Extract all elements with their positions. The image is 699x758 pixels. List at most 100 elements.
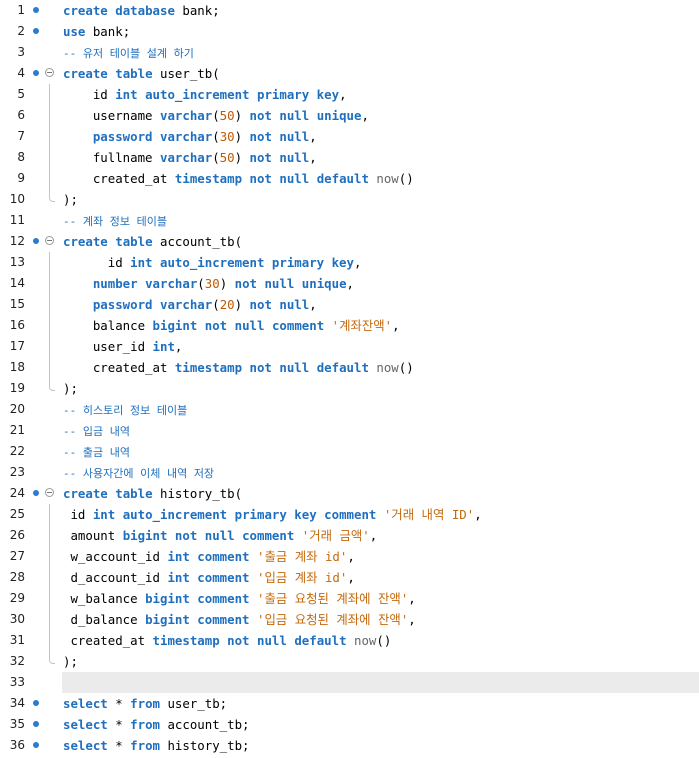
- code-line[interactable]: 20 -- 히스토리 정보 테이블: [0, 399, 699, 420]
- line-gutter[interactable]: 34: [0, 693, 62, 714]
- code-text[interactable]: select * from account_tb;: [63, 717, 250, 732]
- line-gutter[interactable]: 2: [0, 21, 62, 42]
- code-line[interactable]: 11 -- 계좌 정보 테이블: [0, 210, 699, 231]
- statement-marker-icon[interactable]: [33, 28, 39, 34]
- code-text[interactable]: create table user_tb(: [63, 66, 220, 81]
- code-line[interactable]: 25 id int auto_increment primary key com…: [0, 504, 699, 525]
- code-line[interactable]: 15 password varchar(20) not null,: [0, 294, 699, 315]
- line-gutter[interactable]: 5: [0, 84, 62, 105]
- code-line[interactable]: 27 w_account_id int comment '출금 계좌 id',: [0, 546, 699, 567]
- fold-collapse-icon[interactable]: [45, 236, 54, 245]
- line-gutter[interactable]: 19: [0, 378, 62, 399]
- code-text[interactable]: password varchar(20) not null,: [63, 297, 317, 312]
- line-gutter[interactable]: 22: [0, 441, 62, 462]
- line-gutter[interactable]: 1: [0, 0, 62, 21]
- line-gutter[interactable]: 27: [0, 546, 62, 567]
- line-gutter[interactable]: 23: [0, 462, 62, 483]
- code-text[interactable]: id int auto_increment primary key,: [63, 255, 362, 270]
- code-line[interactable]: 32);: [0, 651, 699, 672]
- line-gutter[interactable]: 3: [0, 42, 62, 63]
- statement-marker-icon[interactable]: [33, 7, 39, 13]
- code-text[interactable]: select * from history_tb;: [63, 738, 250, 753]
- statement-marker-icon[interactable]: [33, 742, 39, 748]
- code-text[interactable]: id int auto_increment primary key,: [63, 87, 347, 102]
- code-text[interactable]: password varchar(30) not null,: [63, 129, 317, 144]
- code-text[interactable]: id int auto_increment primary key commen…: [63, 507, 481, 522]
- code-line[interactable]: 35 select * from account_tb;: [0, 714, 699, 735]
- code-line[interactable]: 10);: [0, 189, 699, 210]
- code-line[interactable]: 17 user_id int,: [0, 336, 699, 357]
- line-gutter[interactable]: 10: [0, 189, 62, 210]
- code-line[interactable]: 33: [0, 672, 699, 693]
- line-gutter[interactable]: 18: [0, 357, 62, 378]
- code-text[interactable]: create table account_tb(: [63, 234, 242, 249]
- code-line[interactable]: 5 id int auto_increment primary key,: [0, 84, 699, 105]
- code-text[interactable]: );: [63, 192, 78, 207]
- line-gutter[interactable]: 36: [0, 735, 62, 756]
- code-text[interactable]: w_balance bigint comment '출금 요청된 계좌에 잔액'…: [63, 591, 415, 606]
- line-gutter[interactable]: 20: [0, 399, 62, 420]
- code-line[interactable]: 9 created_at timestamp not null default …: [0, 168, 699, 189]
- line-gutter[interactable]: 31: [0, 630, 62, 651]
- code-text[interactable]: d_balance bigint comment '입금 요청된 계좌에 잔액'…: [63, 612, 415, 627]
- code-text[interactable]: use bank;: [63, 24, 130, 39]
- code-text[interactable]: );: [63, 654, 78, 669]
- code-line[interactable]: 12 create table account_tb(: [0, 231, 699, 252]
- line-gutter[interactable]: 6: [0, 105, 62, 126]
- code-text[interactable]: amount bigint not null comment '거래 금액',: [63, 528, 377, 543]
- line-gutter[interactable]: 30: [0, 609, 62, 630]
- statement-marker-icon[interactable]: [33, 238, 39, 244]
- code-line[interactable]: 24 create table history_tb(: [0, 483, 699, 504]
- code-text[interactable]: username varchar(50) not null unique,: [63, 108, 369, 123]
- line-gutter[interactable]: 33: [0, 672, 62, 693]
- line-gutter[interactable]: 4: [0, 63, 62, 84]
- line-gutter[interactable]: 35: [0, 714, 62, 735]
- code-text[interactable]: w_account_id int comment '출금 계좌 id',: [63, 549, 354, 564]
- code-line[interactable]: 7 password varchar(30) not null,: [0, 126, 699, 147]
- line-gutter[interactable]: 9: [0, 168, 62, 189]
- code-line[interactable]: 6 username varchar(50) not null unique,: [0, 105, 699, 126]
- line-gutter[interactable]: 8: [0, 147, 62, 168]
- code-text[interactable]: -- 히스토리 정보 테이블: [63, 402, 187, 418]
- code-line[interactable]: 13 id int auto_increment primary key,: [0, 252, 699, 273]
- code-text[interactable]: -- 유저 테이블 설계 하기: [63, 45, 194, 61]
- line-gutter[interactable]: 16: [0, 315, 62, 336]
- line-gutter[interactable]: 12: [0, 231, 62, 252]
- code-text[interactable]: create database bank;: [63, 3, 220, 18]
- line-gutter[interactable]: 17: [0, 336, 62, 357]
- code-text[interactable]: created_at timestamp not null default no…: [63, 171, 414, 186]
- code-line[interactable]: 16 balance bigint not null comment '계좌잔액…: [0, 315, 699, 336]
- line-gutter[interactable]: 24: [0, 483, 62, 504]
- code-line[interactable]: 36 select * from history_tb;: [0, 735, 699, 756]
- code-line[interactable]: 23 -- 사용자간에 이체 내역 저장: [0, 462, 699, 483]
- line-gutter[interactable]: 32: [0, 651, 62, 672]
- code-line[interactable]: 31 created_at timestamp not null default…: [0, 630, 699, 651]
- code-text[interactable]: balance bigint not null comment '계좌잔액',: [63, 318, 400, 333]
- code-text[interactable]: -- 사용자간에 이체 내역 저장: [63, 465, 214, 481]
- code-line[interactable]: 21 -- 입금 내역: [0, 420, 699, 441]
- code-text[interactable]: -- 출금 내역: [63, 444, 130, 460]
- code-line[interactable]: 4 create table user_tb(: [0, 63, 699, 84]
- statement-marker-icon[interactable]: [33, 721, 39, 727]
- line-gutter[interactable]: 28: [0, 567, 62, 588]
- code-line[interactable]: 3 -- 유저 테이블 설계 하기: [0, 42, 699, 63]
- code-text[interactable]: select * from user_tb;: [63, 696, 227, 711]
- line-gutter[interactable]: 21: [0, 420, 62, 441]
- line-gutter[interactable]: 11: [0, 210, 62, 231]
- sql-editor[interactable]: 1 create database bank; 2 use bank; 3 -- 유저 테…: [0, 0, 699, 758]
- line-gutter[interactable]: 15: [0, 294, 62, 315]
- code-text[interactable]: -- 계좌 정보 테이블: [63, 213, 167, 229]
- code-text[interactable]: create table history_tb(: [63, 486, 242, 501]
- code-text[interactable]: user_id int,: [63, 339, 183, 354]
- statement-marker-icon[interactable]: [33, 700, 39, 706]
- line-gutter[interactable]: 14: [0, 273, 62, 294]
- statement-marker-icon[interactable]: [33, 490, 39, 496]
- code-text[interactable]: fullname varchar(50) not null,: [63, 150, 317, 165]
- code-line[interactable]: 26 amount bigint not null comment '거래 금액…: [0, 525, 699, 546]
- line-gutter[interactable]: 13: [0, 252, 62, 273]
- code-line[interactable]: 28 d_account_id int comment '입금 계좌 id',: [0, 567, 699, 588]
- statement-marker-icon[interactable]: [33, 70, 39, 76]
- line-gutter[interactable]: 25: [0, 504, 62, 525]
- code-line[interactable]: 18 created_at timestamp not null default…: [0, 357, 699, 378]
- code-line[interactable]: 30 d_balance bigint comment '입금 요청된 계좌에 …: [0, 609, 699, 630]
